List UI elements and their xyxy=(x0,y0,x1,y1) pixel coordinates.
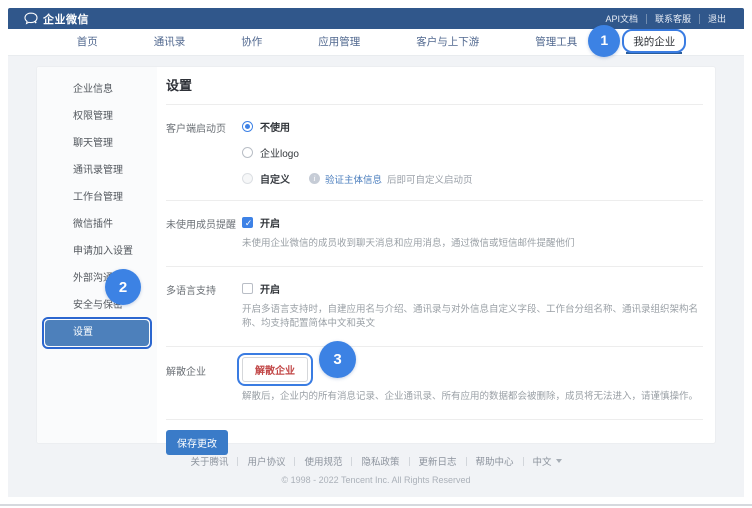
wework-admin-page: 企业微信 API文档 联系客服 退出 首页 通讯录 协作 应用管理 客户与上下游… xyxy=(0,0,752,508)
dissolve-button-wrapper: 解散企业 3 xyxy=(242,357,308,382)
sidebar-item-contacts-management[interactable]: 通讯录管理 xyxy=(45,158,149,184)
settings-main: 设置 客户端启动页 不使用 企业logo xyxy=(157,67,715,443)
nav-tab-admin-tools[interactable]: 管理工具 xyxy=(535,29,577,56)
multilanguage-label: 多语言支持 xyxy=(166,281,242,332)
checkbox-unchecked-icon[interactable] xyxy=(242,283,253,294)
settings-sidebar: 企业信息 权限管理 聊天管理 通讯录管理 工作台管理 微信插件 申请加入设置 外… xyxy=(37,67,157,443)
section-launch-page: 客户端启动页 不使用 企业logo 自定义 xyxy=(166,104,703,200)
section-unused-member-reminder: 未使用成员提醒 开启 未使用企业微信的成员收到聊天消息和应用消息，通过微信或短信… xyxy=(166,200,703,266)
verify-hint-suffix: 后即可自定义启动页 xyxy=(387,172,473,186)
footer-links: 关于腾讯 用户协议 使用规范 隐私政策 更新日志 帮助中心 中文 xyxy=(8,454,744,468)
page-bottom-divider xyxy=(0,504,752,506)
unused-reminder-toggle-label[interactable]: 开启 xyxy=(260,215,280,230)
save-changes-button[interactable]: 保存更改 xyxy=(166,430,228,455)
annotation-step-3: 3 xyxy=(319,341,356,378)
multilanguage-toggle-label[interactable]: 开启 xyxy=(260,281,280,296)
nav-tab-customers[interactable]: 客户与上下游 xyxy=(416,29,479,56)
sidebar-item-settings[interactable]: 设置 xyxy=(45,320,149,346)
section-dissolve-company: 解散企业 解散企业 3 解散后，企业内的所有消息记录、企业通讯录、所有应用的数据… xyxy=(166,346,703,419)
annotation-box-2 xyxy=(42,317,152,349)
copyright: © 1998 - 2022 Tencent Inc. All Rights Re… xyxy=(8,475,744,485)
page-title: 设置 xyxy=(166,67,703,104)
topbar-link-logout[interactable]: 退出 xyxy=(699,14,734,24)
multilanguage-description: 开启多语言支持时，自建应用名与介绍、通讯录与对外信息自定义字段、工作台分组名称、… xyxy=(242,303,703,332)
sidebar-item-join-settings[interactable]: 申请加入设置 xyxy=(45,239,149,265)
save-row: 保存更改 xyxy=(166,419,703,455)
radio-selected-icon[interactable] xyxy=(242,121,253,132)
footer-link-help-center[interactable]: 帮助中心 xyxy=(467,454,523,468)
annotation-step-2: 2 xyxy=(105,269,141,305)
logo-text: 企业微信 xyxy=(43,11,89,27)
info-icon: i xyxy=(309,173,320,184)
language-selector-label: 中文 xyxy=(533,454,552,468)
nav-tab-my-company[interactable]: 我的企业 1 xyxy=(633,29,675,56)
footer: 关于腾讯 用户协议 使用规范 隐私政策 更新日志 帮助中心 中文 © 1998 … xyxy=(8,454,744,485)
topbar-links: API文档 联系客服 退出 xyxy=(597,14,734,24)
sidebar-item-settings-label: 设置 xyxy=(73,327,93,338)
option-launch-custom: 自定义 i 验证主体信息 后即可自定义启动页 xyxy=(242,171,703,186)
multilanguage-toggle: 开启 xyxy=(242,281,703,296)
dissolve-company-description: 解散后，企业内的所有消息记录、企业通讯录、所有应用的数据都会被删除，成员将无法进… xyxy=(242,390,703,405)
nav-tab-app-management[interactable]: 应用管理 xyxy=(318,29,360,56)
unused-reminder-toggle: 开启 xyxy=(242,215,703,230)
sidebar-item-workbench-management[interactable]: 工作台管理 xyxy=(45,185,149,211)
option-launch-logo-label[interactable]: 企业logo xyxy=(260,145,299,160)
option-launch-none-label[interactable]: 不使用 xyxy=(260,119,290,134)
primary-nav: 首页 通讯录 协作 应用管理 客户与上下游 管理工具 我的企业 1 xyxy=(8,29,744,56)
footer-link-about-tencent[interactable]: 关于腾讯 xyxy=(181,454,237,468)
launch-custom-hint: i 验证主体信息 后即可自定义启动页 xyxy=(309,172,473,186)
dissolve-company-button[interactable]: 解散企业 xyxy=(242,357,308,382)
footer-link-privacy-policy[interactable]: 隐私政策 xyxy=(352,454,408,468)
footer-link-usage-rules[interactable]: 使用规范 xyxy=(295,454,351,468)
sidebar-item-chat-management[interactable]: 聊天管理 xyxy=(45,131,149,157)
wework-bubble-icon xyxy=(24,12,38,25)
option-launch-custom-label: 自定义 xyxy=(260,171,290,186)
topbar: 企业微信 API文档 联系客服 退出 xyxy=(8,8,744,29)
radio-unselected-icon[interactable] xyxy=(242,147,253,158)
sidebar-item-permission-management[interactable]: 权限管理 xyxy=(45,104,149,130)
annotation-step-1: 1 xyxy=(588,25,620,57)
footer-link-changelog[interactable]: 更新日志 xyxy=(410,454,466,468)
active-tab-underline xyxy=(626,52,682,54)
sidebar-item-wechat-plugin[interactable]: 微信插件 xyxy=(45,212,149,238)
topbar-link-contact-support[interactable]: 联系客服 xyxy=(646,14,699,24)
launch-page-label: 客户端启动页 xyxy=(166,119,242,186)
unused-reminder-label: 未使用成员提醒 xyxy=(166,215,242,252)
section-multilanguage: 多语言支持 开启 开启多语言支持时，自建应用名与介绍、通讯录与对外信息自定义字段… xyxy=(166,266,703,346)
language-selector[interactable]: 中文 xyxy=(524,454,571,468)
nav-tab-my-company-label: 我的企业 xyxy=(633,36,675,48)
dissolve-company-label: 解散企业 xyxy=(166,357,242,405)
option-launch-none: 不使用 xyxy=(242,119,703,134)
sidebar-item-corp-info[interactable]: 企业信息 xyxy=(45,77,149,103)
radio-disabled-icon xyxy=(242,173,253,184)
nav-tab-contacts[interactable]: 通讯录 xyxy=(154,29,186,56)
nav-tab-collaboration[interactable]: 协作 xyxy=(241,29,262,56)
logo: 企业微信 xyxy=(24,11,89,27)
option-launch-logo: 企业logo xyxy=(242,145,703,160)
unused-reminder-description: 未使用企业微信的成员收到聊天消息和应用消息，通过微信或短信邮件提醒他们 xyxy=(242,237,703,252)
topbar-link-api-docs[interactable]: API文档 xyxy=(597,14,646,24)
checkbox-checked-icon[interactable] xyxy=(242,217,253,228)
caret-down-icon xyxy=(556,459,562,463)
nav-tab-home[interactable]: 首页 xyxy=(77,29,98,56)
footer-link-user-agreement[interactable]: 用户协议 xyxy=(238,454,294,468)
content-background: 企业信息 权限管理 聊天管理 通讯录管理 工作台管理 微信插件 申请加入设置 外… xyxy=(8,56,744,497)
settings-card: 企业信息 权限管理 聊天管理 通讯录管理 工作台管理 微信插件 申请加入设置 外… xyxy=(36,66,716,444)
verify-subject-link[interactable]: 验证主体信息 xyxy=(325,172,382,186)
